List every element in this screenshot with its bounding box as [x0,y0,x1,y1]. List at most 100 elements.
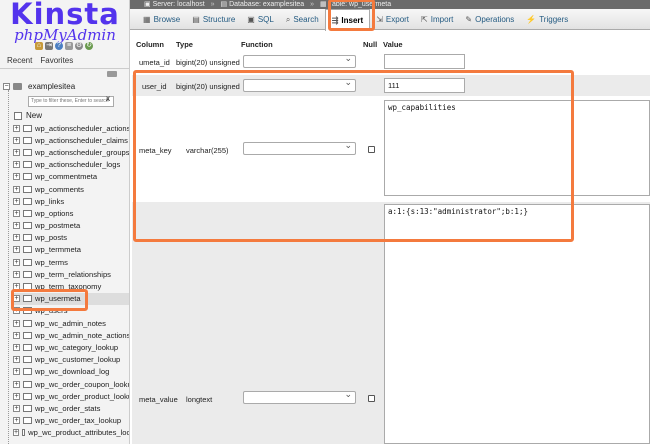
expand-icon[interactable]: + [13,319,20,327]
function-select[interactable] [243,53,356,68]
breadcrumb-table[interactable]: Table: wp_usermeta [328,1,391,8]
table-item[interactable]: + wp_comments [13,183,129,195]
tab-export[interactable]: ⇲ Export [370,9,415,30]
docs-icon[interactable]: ≡ [65,42,73,50]
function-select[interactable] [243,77,356,92]
function-select[interactable] [243,389,356,404]
table-item[interactable]: + wp_actionscheduler_actions [13,122,129,134]
tab-sql[interactable]: ▣ SQL [241,9,280,30]
table-item[interactable]: + wp_wc_order_coupon_lookup [13,378,129,390]
table-name[interactable]: wp_wc_download_log [35,367,109,376]
table-filter-input[interactable]: Type to filter these, Enter to search [28,96,114,107]
table-name[interactable]: wp_usermeta [35,294,81,303]
expand-icon[interactable]: + [13,185,20,193]
table-name[interactable]: wp_termmeta [35,245,81,254]
tab-structure[interactable]: ▤ Structure [186,9,241,30]
expand-icon[interactable]: + [13,148,20,156]
table-item[interactable]: + wp_posts [13,232,129,244]
new-table-item[interactable]: New [14,111,42,120]
logo[interactable]: Kinsta phpMyAdmin [4,0,126,43]
table-name[interactable]: wp_terms [35,258,68,267]
expand-icon[interactable]: + [13,197,20,205]
table-item[interactable]: + wp_wc_category_lookup [13,341,129,353]
table-item[interactable]: + wp_links [13,195,129,207]
table-name[interactable]: wp_actionscheduler_actions [35,124,129,133]
table-name[interactable]: wp_users [35,306,68,315]
expand-icon[interactable]: + [13,258,20,266]
table-name[interactable]: wp_commentmeta [35,172,97,181]
expand-icon[interactable]: + [13,283,20,291]
expand-icon[interactable]: + [13,356,20,364]
table-item[interactable]: + wp_wc_admin_notes [13,317,129,329]
table-name[interactable]: wp_wc_customer_lookup [35,355,120,364]
breadcrumb-database[interactable]: Database: examplesitea [229,1,304,8]
table-item[interactable]: + wp_wc_admin_note_actions [13,329,129,341]
expand-icon[interactable]: + [13,124,20,132]
expand-icon[interactable]: + [13,270,20,278]
table-item[interactable]: + wp_term_taxonomy [13,280,129,292]
expand-icon[interactable]: + [13,222,20,230]
expand-icon[interactable]: + [13,343,20,351]
expand-icon[interactable]: + [13,161,20,169]
table-item[interactable]: + wp_wc_customer_lookup [13,354,129,366]
tab-browse[interactable]: ▦ Browse [137,9,186,30]
tab-insert[interactable]: ⇶ Insert [324,9,371,31]
table-item[interactable]: + wp_users [13,305,129,317]
value-textarea[interactable]: wp_capabilities [384,100,650,196]
table-name[interactable]: wp_wc_order_stats [35,404,100,413]
table-item[interactable]: + wp_wc_order_tax_lookup [13,415,129,427]
table-item[interactable]: + wp_wc_download_log [13,366,129,378]
collapse-icon[interactable]: − [3,83,10,90]
table-item[interactable]: + wp_usermeta [13,292,129,305]
database-node[interactable]: − examplesitea [3,82,75,91]
expand-icon[interactable]: + [13,392,20,400]
table-name[interactable]: wp_options [35,209,73,218]
table-item[interactable]: + wp_wc_order_product_lookup [13,390,129,402]
table-name[interactable]: wp_actionscheduler_claims [35,136,128,145]
collapse-all-icon[interactable] [107,71,117,77]
expand-icon[interactable]: + [13,295,20,303]
reload-icon[interactable]: ↻ [85,42,93,50]
table-name[interactable]: wp_wc_order_tax_lookup [35,416,121,425]
database-name[interactable]: examplesitea [28,82,75,91]
expand-icon[interactable]: + [13,417,20,425]
table-item[interactable]: + wp_actionscheduler_claims [13,134,129,146]
logout-icon[interactable]: ⇥ [45,42,53,50]
table-name[interactable]: wp_term_relationships [35,270,111,279]
home-icon[interactable]: ⌂ [35,42,43,50]
null-checkbox[interactable] [368,146,375,153]
tab-triggers[interactable]: ⚡ Triggers [520,9,574,30]
table-item[interactable]: + wp_termmeta [13,244,129,256]
expand-icon[interactable]: + [13,209,20,217]
expand-icon[interactable]: + [13,380,20,388]
new-table-label[interactable]: New [26,111,42,120]
expand-icon[interactable]: + [13,136,20,144]
help-icon[interactable]: ? [55,42,63,50]
table-name[interactable]: wp_wc_order_coupon_lookup [35,380,129,389]
table-item[interactable]: + wp_term_relationships [13,268,129,280]
table-name[interactable]: wp_links [35,197,64,206]
table-name[interactable]: wp_wc_product_attributes_lookup [28,428,129,437]
table-item[interactable]: + wp_commentmeta [13,171,129,183]
table-name[interactable]: wp_comments [35,185,84,194]
table-name[interactable]: wp_actionscheduler_logs [35,160,120,169]
table-item[interactable]: + wp_actionscheduler_logs [13,159,129,171]
table-item[interactable]: + wp_actionscheduler_groups [13,146,129,158]
table-name[interactable]: wp_wc_admin_notes [35,319,106,328]
expand-icon[interactable]: + [13,368,20,376]
table-name[interactable]: wp_wc_category_lookup [35,343,118,352]
tab-operations[interactable]: ✎ Operations [459,9,520,30]
table-item[interactable]: + wp_wc_product_attributes_lookup [13,427,129,439]
expand-icon[interactable]: + [13,404,20,412]
table-name[interactable]: wp_wc_admin_note_actions [35,331,129,340]
expand-icon[interactable]: + [13,331,20,339]
expand-icon[interactable]: + [13,429,20,437]
expand-icon[interactable]: + [13,246,20,254]
tab-import[interactable]: ⇱ Import [415,9,459,30]
breadcrumb-server[interactable]: Server: localhost [153,1,205,8]
table-name[interactable]: wp_wc_order_product_lookup [35,392,129,401]
table-name[interactable]: wp_term_taxonomy [35,282,101,291]
value-input[interactable] [384,54,465,69]
expand-icon[interactable]: + [13,307,20,315]
clear-filter-icon[interactable]: X [106,97,110,103]
